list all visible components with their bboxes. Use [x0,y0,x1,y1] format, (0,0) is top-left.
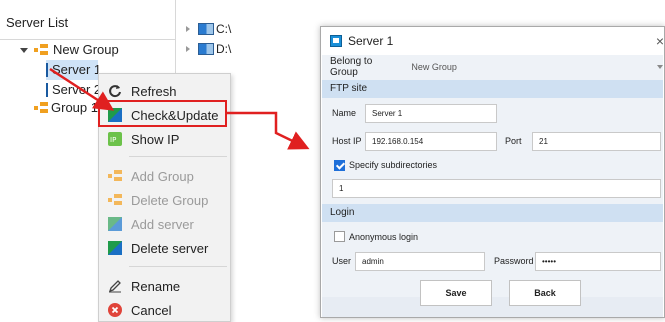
name-field[interactable]: Server 1 [365,104,497,123]
server-dialog: Server 1 × Belong to Group New Group FTP… [320,26,665,318]
menu-item-label: Add server [131,216,194,232]
tree-item-label: Server 2 [52,82,98,97]
host-ip-label: Host IP [332,136,362,146]
user-field[interactable]: admin [355,252,485,271]
save-button[interactable]: Save [420,280,492,306]
port-label: Port [505,136,522,146]
anonymous-login-label: Anonymous login [349,232,419,242]
server-icon [46,63,48,77]
menu-item-cancel[interactable]: Cancel [99,298,230,322]
menu-item-label: Refresh [131,83,177,99]
cancel-icon [108,303,122,317]
menu-item-label: Delete Group [131,192,209,208]
menu-item-label: Add Group [131,168,194,184]
ftp-section-header: FTP site [322,80,663,98]
specify-subdirectories-checkbox[interactable] [334,160,345,171]
anonymous-login-checkbox[interactable] [334,231,345,242]
belong-group-label: Belong to Group [330,56,373,78]
expand-arrow-icon[interactable] [186,26,190,32]
menu-separator [129,156,227,157]
dialog-footer [322,297,663,317]
check-update-highlight [98,100,227,127]
group-icon [108,193,122,207]
drive-item-d[interactable]: D:\ [186,40,231,58]
menu-item-label: Rename [131,278,181,294]
specify-subdirectories-label: Specify subdirectories [349,160,438,170]
password-field[interactable]: ••••• [535,252,661,271]
menu-item-add-server[interactable]: Add server [99,212,230,236]
svg-text:IP: IP [110,136,116,144]
server-icon [108,217,122,231]
drive-item-c[interactable]: C:\ [186,20,231,38]
user-label: User [332,256,352,266]
refresh-icon [108,84,122,98]
menu-item-rename[interactable]: Rename [99,274,230,298]
name-label: Name [332,108,357,118]
close-icon[interactable]: × [656,33,664,49]
ip-icon: IP [108,132,122,146]
expand-arrow-icon[interactable] [20,47,28,53]
tree-item-label: New Group [53,42,119,57]
drive-label: D:\ [216,42,232,56]
tree-item-label: Server 1 [52,62,102,77]
chevron-down-icon [657,65,663,69]
menu-item-show-ip[interactable]: IP Show IP [99,127,230,151]
group-icon [108,169,122,183]
drive-label: C:\ [216,22,232,36]
drive-icon [198,43,214,55]
server-icon [46,83,48,97]
group-select-value: New Group [411,62,457,72]
menu-separator [129,266,227,267]
dialog-title: Server 1 [348,34,394,48]
server-list-header: Server List [0,10,176,40]
menu-item-add-group[interactable]: Add Group [99,164,230,188]
port-field[interactable]: 21 [532,132,661,151]
expand-arrow-icon[interactable] [186,46,190,52]
server-icon [108,241,122,255]
host-ip-field[interactable]: 192.168.0.154 [365,132,497,151]
pencil-icon [108,279,122,293]
group-icon [34,44,48,56]
group-select[interactable]: New Group [409,58,663,76]
menu-item-delete-group[interactable]: Delete Group [99,188,230,212]
dialog-body: Belong to Group New Group FTP site Name … [322,55,663,317]
login-section-header: Login [322,204,663,222]
tree-item-server-2[interactable]: Server 2 [46,80,98,100]
server-app-icon [330,35,342,47]
subdirectory-field[interactable]: 1 [332,179,661,198]
menu-item-label: Show IP [131,131,180,147]
tree-item-new-group[interactable]: New Group [20,40,119,60]
drive-icon [198,23,214,35]
menu-item-delete-server[interactable]: Delete server [99,236,230,260]
tree-item-group-1[interactable]: Group 1 [34,98,98,118]
dialog-title-bar: Server 1 × [321,27,664,55]
menu-item-label: Cancel [131,302,172,318]
group-icon [34,102,48,114]
back-button[interactable]: Back [509,280,581,306]
password-label: Password [494,256,534,266]
menu-item-label: Delete server [131,240,209,256]
tree-item-server-1[interactable]: Server 1 [46,60,102,80]
tree-item-label: Group 1 [51,100,98,115]
belong-group-row: Belong to Group New Group [322,55,663,79]
